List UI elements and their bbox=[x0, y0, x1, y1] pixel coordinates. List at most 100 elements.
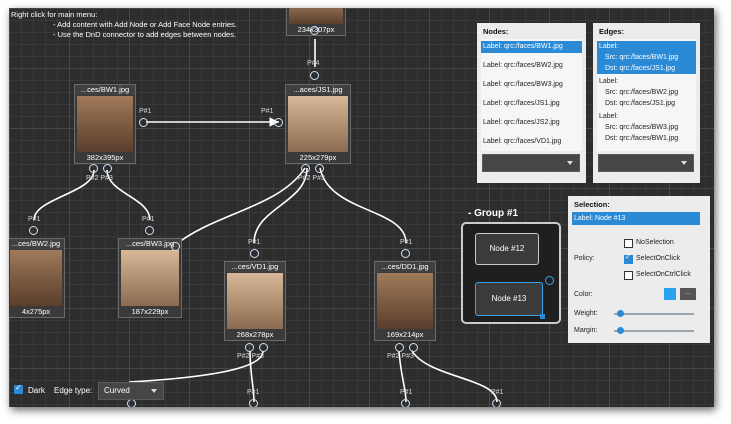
selection-panel: Selection: Label: Node #13 NoSelection P… bbox=[568, 196, 710, 343]
color-swatch[interactable] bbox=[664, 288, 676, 300]
port-label: P#1 bbox=[28, 216, 41, 223]
edges-list[interactable]: Label: Src: qrc:/faces/BW1.jpg Dst: qrc:… bbox=[597, 39, 696, 151]
selection-label-field[interactable]: Label: Node #13 bbox=[572, 212, 700, 225]
face-node-vd1[interactable]: ...ces/VD1.jpg 268x278px bbox=[224, 261, 286, 341]
node-dimensions: 268x278px bbox=[236, 330, 274, 339]
weight-slider-handle[interactable] bbox=[617, 310, 625, 317]
list-item[interactable]: Dst: qrc:/faces/BW1.jpg bbox=[597, 133, 696, 144]
list-item[interactable]: Label: qrc:/faces/BW1.jpg bbox=[481, 41, 582, 53]
node-image bbox=[288, 96, 348, 152]
node-image bbox=[77, 96, 133, 152]
list-item[interactable]: Label: qrc:/faces/JS1.jpg bbox=[481, 98, 582, 110]
port-bottom-4[interactable] bbox=[127, 399, 136, 407]
face-node-bw1[interactable]: ...ces/BW1.jpg 382x395px bbox=[74, 84, 136, 164]
port-vd1-p2[interactable] bbox=[245, 343, 254, 352]
port-vd1-p3[interactable] bbox=[259, 343, 268, 352]
port-js1-p1[interactable] bbox=[274, 118, 283, 127]
node-13[interactable]: Node #13 bbox=[475, 282, 543, 316]
node-dimensions: 187x229px bbox=[131, 307, 169, 316]
port-label: P#2 P#3 bbox=[237, 353, 264, 360]
group-node[interactable]: Node #12 Node #13 bbox=[461, 222, 561, 324]
weight-slider[interactable] bbox=[614, 310, 694, 317]
port-dd1-p2[interactable] bbox=[395, 343, 404, 352]
port-label: P#1 bbox=[247, 389, 260, 396]
port-bw1-p2[interactable] bbox=[89, 164, 98, 173]
node-caption: ...ces/BW1.jpg bbox=[75, 85, 135, 95]
edge-bw1-bw3 bbox=[106, 169, 151, 221]
port-label: P#1 bbox=[400, 389, 413, 396]
node-image bbox=[289, 8, 343, 24]
nodes-panel: Nodes: Label: qrc:/faces/BW1.jpg Label: … bbox=[477, 23, 586, 183]
help-line-2: - Add content with Add Node or Add Face … bbox=[53, 20, 237, 29]
node-12[interactable]: Node #12 bbox=[475, 233, 539, 265]
list-item[interactable]: Label: bbox=[597, 41, 696, 52]
node-image bbox=[121, 250, 179, 306]
list-item[interactable]: Dst: qrc:/faces/JS1.jpg bbox=[597, 98, 696, 109]
margin-slider[interactable] bbox=[614, 327, 694, 334]
face-node-js1[interactable]: ...aces/JS1.jpg 225x279px bbox=[285, 84, 351, 164]
nodes-list[interactable]: Label: qrc:/faces/BW1.jpg Label: qrc:/fa… bbox=[481, 39, 582, 151]
checkmark-icon: ✓ bbox=[15, 383, 22, 392]
port-label: P#1 bbox=[491, 389, 504, 396]
list-item[interactable]: Label: qrc:/faces/VD1.jpg bbox=[481, 136, 582, 148]
port-js1-in[interactable] bbox=[310, 71, 319, 80]
port-bottom-3[interactable] bbox=[492, 399, 501, 407]
group-connector-port[interactable] bbox=[545, 276, 554, 285]
edge-type-label: Edge type: bbox=[54, 386, 93, 395]
edge-dd1-down2 bbox=[411, 350, 498, 403]
port-label: P#2 P#3 bbox=[298, 175, 325, 182]
edges-panel-title: Edges: bbox=[599, 27, 625, 36]
list-item[interactable]: Label: bbox=[597, 76, 696, 87]
select-on-ctrl-click-label: SelectOnCtrlClick bbox=[636, 271, 691, 278]
node-image bbox=[377, 273, 433, 329]
face-node-dd1[interactable]: ...ces/DD1.jpg 169x214px bbox=[374, 261, 436, 341]
port-label: P#4 bbox=[307, 60, 320, 67]
margin-slider-handle[interactable] bbox=[617, 327, 625, 334]
port-bottom-1[interactable] bbox=[249, 399, 258, 407]
edges-combo[interactable] bbox=[598, 154, 694, 172]
list-item[interactable]: Label: qrc:/faces/BW3.jpg bbox=[481, 79, 582, 91]
node-caption: ...aces/JS1.jpg bbox=[286, 85, 350, 95]
checkmark-icon: ✓ bbox=[625, 254, 631, 261]
edge-bw1-bw2 bbox=[33, 169, 95, 221]
face-node-bw2[interactable]: ...ces/BW2.jpg 4x275px bbox=[9, 238, 65, 318]
node-dimensions: 225x279px bbox=[299, 153, 337, 162]
policy-label: Policy: bbox=[574, 255, 595, 262]
port-js1-p3[interactable] bbox=[315, 164, 324, 173]
port-bw3-out[interactable] bbox=[171, 242, 180, 251]
list-item[interactable]: Src: qrc:/faces/BW2.jpg bbox=[597, 87, 696, 98]
node-image bbox=[10, 250, 62, 306]
edge-bw3-js1 bbox=[173, 167, 306, 247]
nodes-combo[interactable] bbox=[482, 154, 580, 172]
node-caption: ...ces/VD1.jpg bbox=[225, 262, 285, 272]
port-bw3-in[interactable] bbox=[145, 226, 154, 235]
group-title[interactable]: - Group #1 bbox=[468, 208, 518, 219]
selection-title: Selection: bbox=[574, 200, 610, 209]
port-js1-p2[interactable] bbox=[301, 164, 310, 173]
graph-view[interactable]: Right click for main menu: - Add content… bbox=[9, 8, 714, 407]
list-item[interactable]: Src: qrc:/faces/BW3.jpg bbox=[597, 122, 696, 133]
resize-handle[interactable] bbox=[540, 314, 545, 319]
port-vd1-in[interactable] bbox=[250, 249, 259, 258]
select-on-ctrl-click-checkbox[interactable] bbox=[624, 271, 633, 280]
port-bw2-in[interactable] bbox=[29, 226, 38, 235]
color-more-button[interactable]: ... bbox=[680, 288, 696, 300]
list-item[interactable]: Dst: qrc:/faces/JS1.jpg bbox=[597, 63, 696, 74]
no-selection-checkbox[interactable] bbox=[624, 239, 633, 248]
edge-js1-dd1 bbox=[319, 167, 407, 244]
list-item[interactable]: Label: bbox=[597, 111, 696, 122]
weight-label: Weight: bbox=[574, 310, 598, 317]
port-dd1-in[interactable] bbox=[401, 249, 410, 258]
port-label: P#1 bbox=[400, 239, 413, 246]
color-label: Color: bbox=[574, 291, 593, 298]
port-top-out[interactable] bbox=[310, 26, 319, 35]
port-bw1-out[interactable] bbox=[139, 118, 148, 127]
port-bw1-p3[interactable] bbox=[103, 164, 112, 173]
list-item[interactable]: Label: qrc:/faces/JS2.jpg bbox=[481, 117, 582, 129]
node-dimensions: 169x214px bbox=[386, 330, 424, 339]
port-dd1-p3[interactable] bbox=[409, 343, 418, 352]
list-item[interactable]: Label: qrc:/faces/BW2.jpg bbox=[481, 60, 582, 72]
list-item[interactable]: Src: qrc:/faces/BW1.jpg bbox=[597, 52, 696, 63]
edge-type-combo[interactable]: Curved bbox=[98, 382, 164, 400]
port-bottom-2[interactable] bbox=[401, 399, 410, 407]
